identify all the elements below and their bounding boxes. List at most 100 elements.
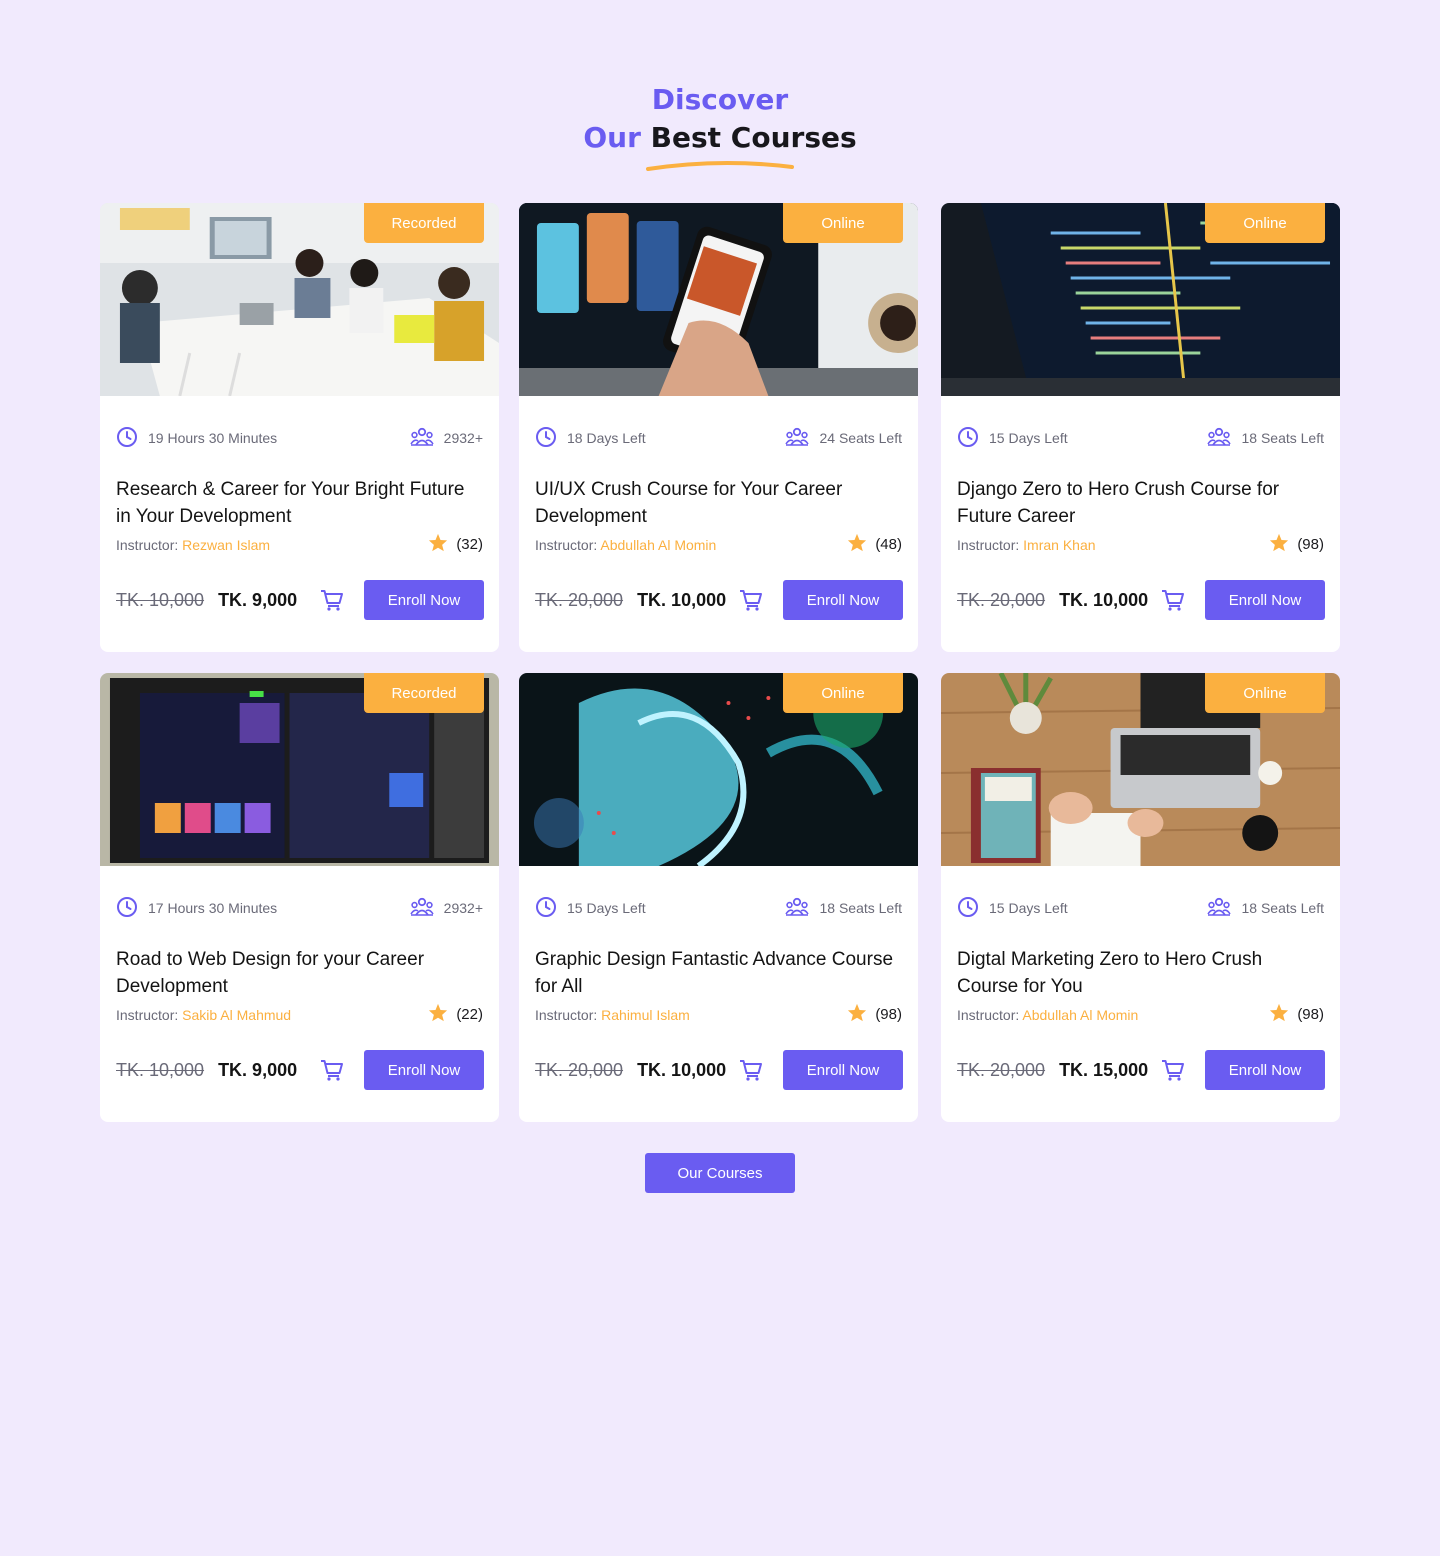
instructor: Instructor: Rahimul Islam [535,1007,690,1023]
instructor-label: Instructor: [957,1006,1020,1023]
course-card[interactable]: Recorded 17 Hours 30 Minutes 2932+ Road … [100,673,499,1122]
course-meta: 15 Days Left 18 Seats Left [957,895,1324,921]
old-price: TK. 20,000 [957,589,1046,610]
clock-icon [957,426,979,451]
instructor-row: Instructor: Rahimul Islam (98) [535,1003,902,1026]
star-icon [847,533,867,556]
course-type-badge: Online [1205,203,1325,243]
users-icon [1207,427,1232,450]
instructor: Instructor: Sakib Al Mahmud [116,1007,291,1023]
instructor-row: Instructor: Imran Khan (98) [957,533,1324,556]
users-icon [1207,897,1232,920]
course-duration: 15 Days Left [989,430,1068,446]
price-row: TK. 10,000 TK. 9,000 Enroll Now [116,1050,484,1090]
old-price: TK. 10,000 [116,1059,205,1080]
clock-icon [535,896,557,921]
course-type-badge: Online [783,203,903,243]
rating-count: (48) [875,536,902,553]
course-seats: 2932+ [443,430,483,446]
instructor-label: Instructor: [116,1006,179,1023]
current-price: TK. 9,000 [218,1059,298,1080]
enroll-button[interactable]: Enroll Now [783,1050,903,1090]
star-icon [847,1003,867,1026]
course-card[interactable]: Online 15 Days Left 18 Seats Left Graphi… [519,673,918,1122]
course-rating: (98) [1269,533,1324,556]
cart-icon[interactable] [1161,1059,1185,1081]
course-type-badge: Recorded [364,673,484,713]
enroll-button[interactable]: Enroll Now [364,580,484,620]
course-title[interactable]: Django Zero to Hero Crush Course for Fut… [957,476,1324,530]
course-meta: 18 Days Left 24 Seats Left [535,425,902,451]
clock-icon [535,426,557,451]
cart-icon[interactable] [320,1059,344,1081]
course-card[interactable]: Recorded 19 Hours 30 Minutes 2932+ Resea… [100,203,499,652]
course-title[interactable]: Road to Web Design for your Career Devel… [116,946,483,1000]
price-row: TK. 20,000 TK. 10,000 Enroll Now [535,1050,903,1090]
course-title[interactable]: UI/UX Crush Course for Your Career Devel… [535,476,902,530]
current-price: TK. 9,000 [218,589,298,610]
cart-icon[interactable] [320,589,344,611]
clock-icon [116,426,138,451]
course-meta: 15 Days Left 18 Seats Left [957,425,1324,451]
course-card[interactable]: Online 15 Days Left 18 Seats Left Digtal… [941,673,1340,1122]
instructor-name[interactable]: Abdullah Al Momin [600,537,716,553]
course-meta: 19 Hours 30 Minutes 2932+ [116,425,483,451]
instructor-name[interactable]: Sakib Al Mahmud [182,1007,291,1023]
instructor-name[interactable]: Rezwan Islam [182,537,270,553]
enroll-button[interactable]: Enroll Now [1205,1050,1325,1090]
instructor-label: Instructor: [957,536,1020,553]
instructor-label: Instructor: [535,1006,598,1023]
instructor-name[interactable]: Rahimul Islam [601,1007,690,1023]
course-type-badge: Recorded [364,203,484,243]
course-duration: 19 Hours 30 Minutes [148,430,278,446]
enroll-button[interactable]: Enroll Now [783,580,903,620]
course-rating: (98) [847,1003,902,1026]
heading-accent: Our [583,121,641,154]
current-price: TK. 10,000 [637,589,727,610]
rating-count: (98) [875,1006,902,1023]
instructor-row: Instructor: Sakib Al Mahmud (22) [116,1003,483,1026]
price-row: TK. 10,000 TK. 9,000 Enroll Now [116,580,484,620]
clock-icon [957,896,979,921]
course-card[interactable]: Online 18 Days Left 24 Seats Left UI/UX … [519,203,918,652]
current-price: TK. 10,000 [1059,589,1149,610]
heading-line2: Our Best Courses [0,118,1440,158]
course-title[interactable]: Digtal Marketing Zero to Hero Crush Cour… [957,946,1324,1000]
our-courses-button[interactable]: Our Courses [645,1153,795,1193]
price-row: TK. 20,000 TK. 10,000 Enroll Now [535,580,903,620]
instructor-name[interactable]: Imran Khan [1023,537,1095,553]
heading-rest: Best Courses [650,121,857,154]
current-price: TK. 10,000 [637,1059,727,1080]
cart-icon[interactable] [739,1059,763,1081]
course-card[interactable]: Online 15 Days Left 18 Seats Left Django… [941,203,1340,652]
course-title[interactable]: Graphic Design Fantastic Advance Course … [535,946,902,1000]
enroll-button[interactable]: Enroll Now [1205,580,1325,620]
star-icon [428,533,448,556]
course-rating: (22) [428,1003,483,1026]
instructor-row: Instructor: Abdullah Al Momin (98) [957,1003,1324,1026]
clock-icon [116,896,138,921]
instructor: Instructor: Abdullah Al Momin [957,1007,1138,1023]
price-row: TK. 20,000 TK. 15,000 Enroll Now [957,1050,1325,1090]
course-type-badge: Online [1205,673,1325,713]
rating-count: (98) [1297,536,1324,553]
users-icon [409,427,434,450]
instructor-name[interactable]: Abdullah Al Momin [1022,1007,1138,1023]
users-icon [409,897,434,920]
rating-count: (98) [1297,1006,1324,1023]
enroll-button[interactable]: Enroll Now [364,1050,484,1090]
course-title[interactable]: Research & Career for Your Bright Future… [116,476,483,530]
course-rating: (32) [428,533,483,556]
cart-icon[interactable] [739,589,763,611]
course-duration: 17 Hours 30 Minutes [148,900,278,916]
course-meta: 17 Hours 30 Minutes 2932+ [116,895,483,921]
old-price: TK. 10,000 [116,589,205,610]
heading-line1: Discover [651,83,789,116]
course-meta: 15 Days Left 18 Seats Left [535,895,902,921]
course-duration: 15 Days Left [989,900,1068,916]
underline-swash [646,160,794,171]
cart-icon[interactable] [1161,589,1185,611]
section-heading: Discover Our Best Courses [0,82,1440,172]
star-icon [1269,533,1289,556]
users-icon [785,427,810,450]
